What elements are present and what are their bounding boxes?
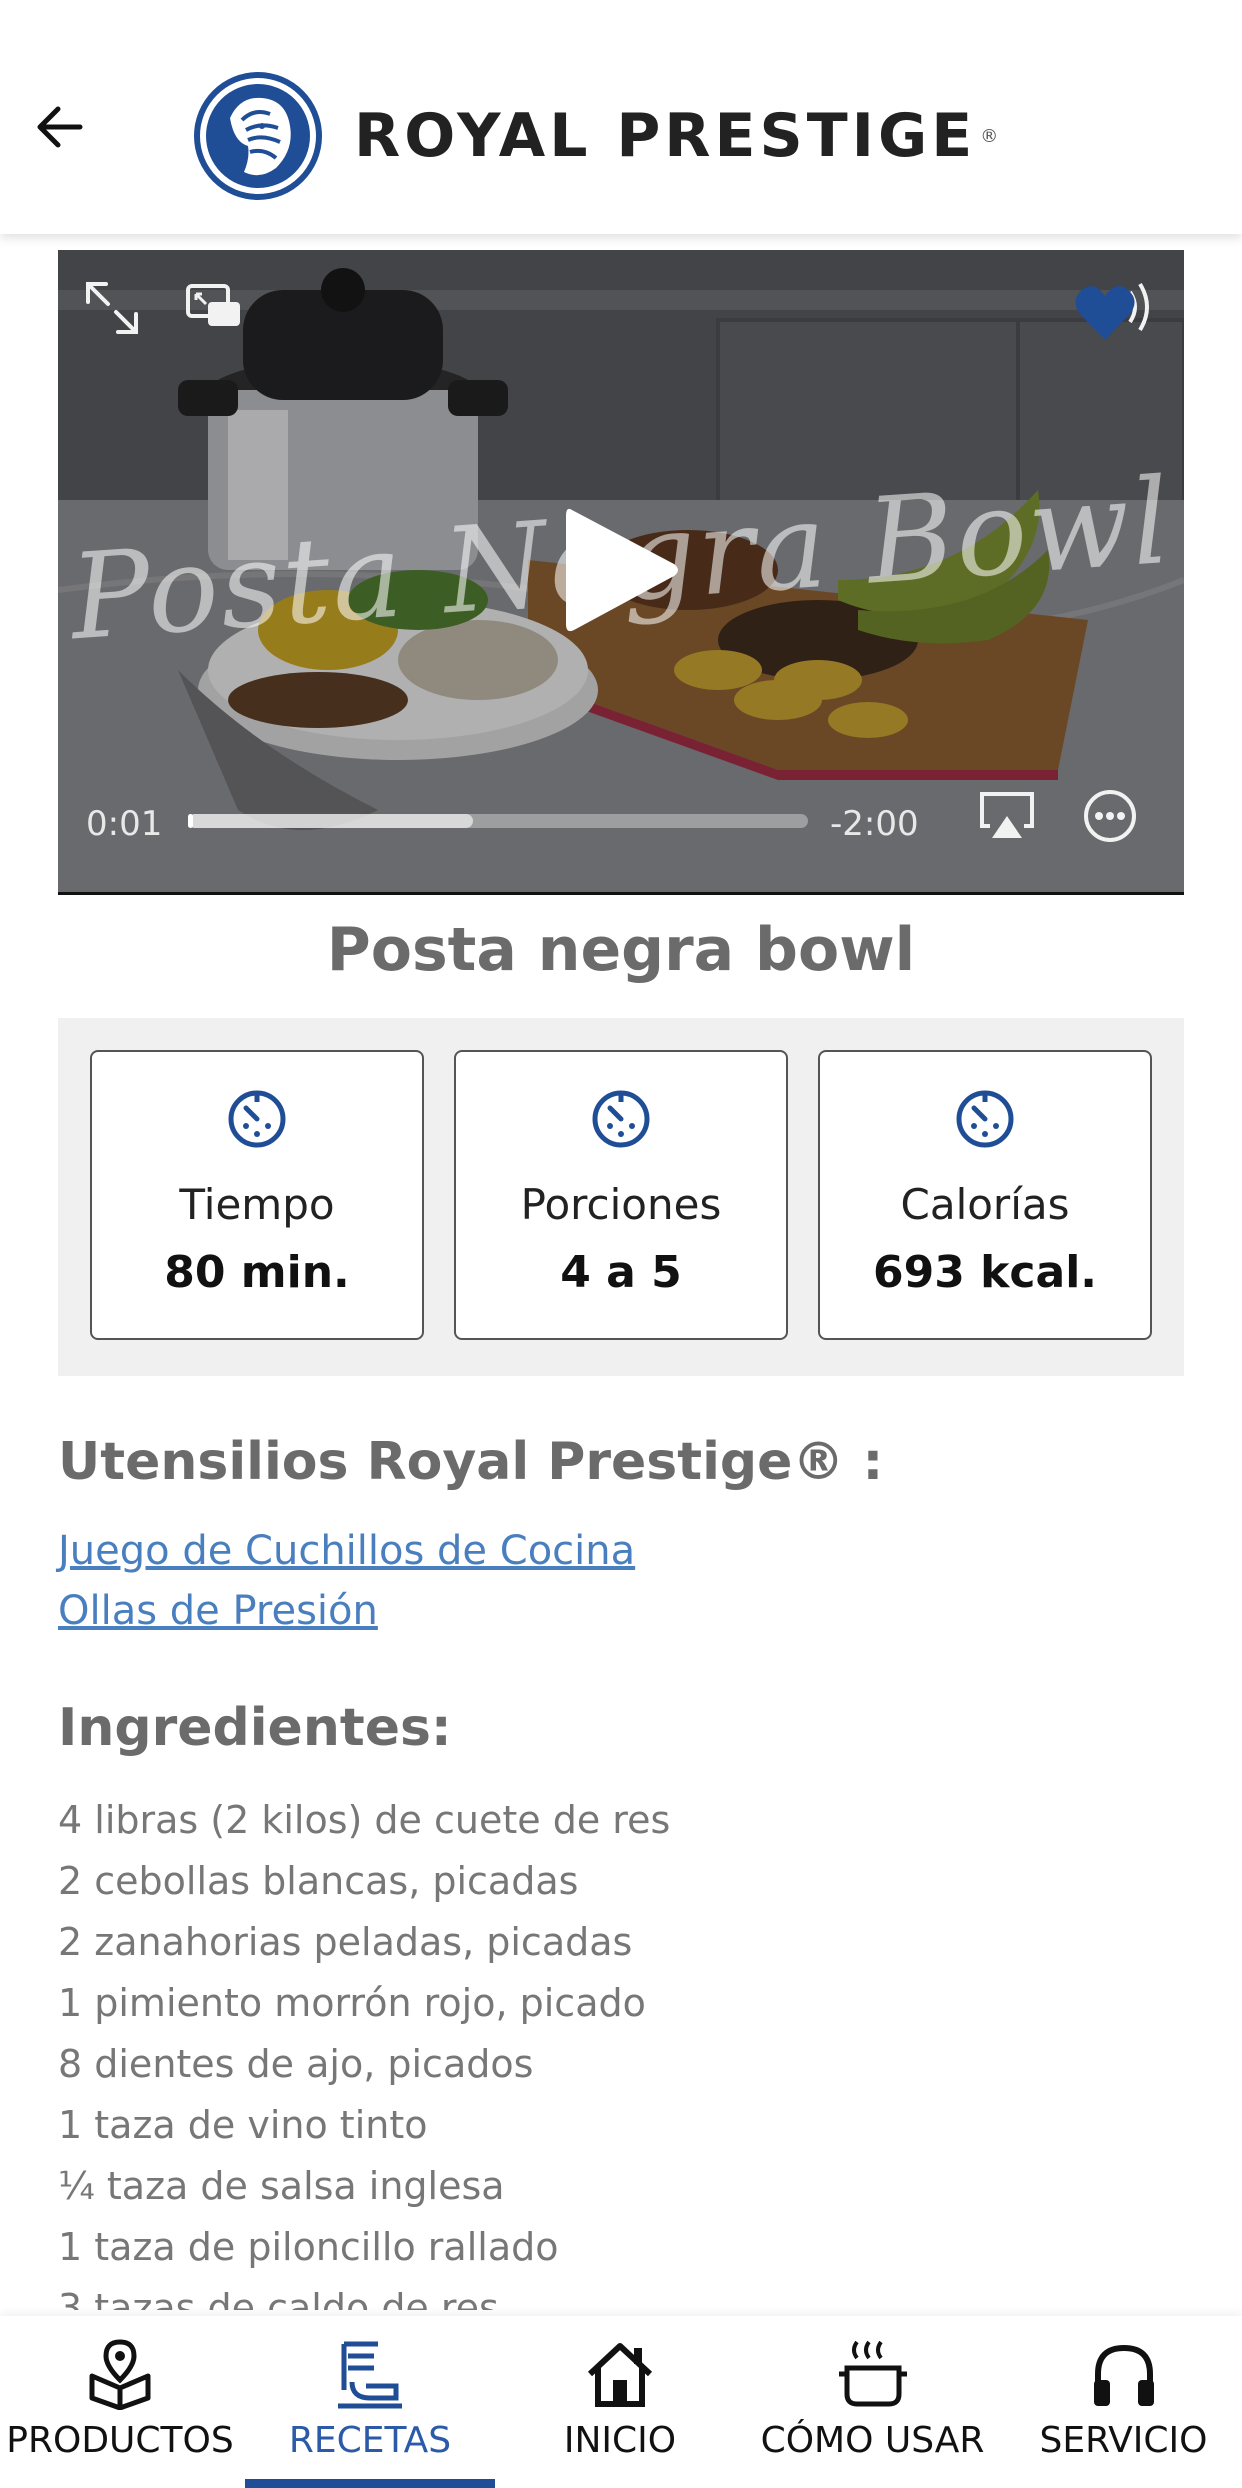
list-item: 1 taza de vino tinto [58, 2103, 428, 2147]
steaming-pot-icon [838, 2340, 907, 2407]
tab-label: INICIO [563, 2420, 677, 2461]
headphones-icon [1093, 2344, 1154, 2406]
recipe-stats-panel: Tiempo 80 min. Porciones 4 a 5 Calorías … [58, 1018, 1184, 1376]
picture-in-picture-button[interactable] [184, 278, 244, 338]
bottom-tab-bar: PRODUCTOS RECETAS INICIO CÓMO USAR SERVI… [0, 2316, 1242, 2488]
recipe-title: Posta negra bowl [326, 915, 916, 985]
favorite-heart-icon[interactable] [1072, 282, 1138, 344]
stat-value: 80 min. [164, 1247, 350, 1298]
recipe-mixer-icon [338, 2341, 402, 2409]
play-icon [566, 508, 678, 632]
play-button[interactable] [558, 500, 682, 640]
stat-label: Porciones [520, 1180, 722, 1229]
home-icon [587, 2343, 653, 2407]
tab-label: CÓMO USAR [760, 2420, 985, 2461]
remaining-time: -2:00 [830, 804, 919, 844]
list-item: 2 cebollas blancas, picadas [58, 1859, 579, 1903]
timer-icon [956, 1090, 1014, 1148]
arrow-left-icon [37, 106, 83, 148]
list-item: 8 dientes de ajo, picados [58, 2042, 534, 2086]
lion-logo-icon [194, 72, 322, 200]
list-item: 1 taza de piloncillo rallado [58, 2225, 559, 2269]
utensils-heading: Utensilios Royal Prestige® : [58, 1432, 884, 1492]
book-pin-icon [89, 2339, 151, 2410]
stat-card-servings: Porciones 4 a 5 [454, 1050, 788, 1340]
more-icon [1084, 790, 1136, 842]
brand-logo: ROYAL PRESTIGE ® [190, 68, 998, 204]
pip-icon [186, 284, 240, 326]
stat-card-time: Tiempo 80 min. [90, 1050, 424, 1340]
tab-servicio[interactable]: SERVICIO [1005, 2316, 1242, 2488]
fullscreen-button[interactable] [80, 276, 144, 340]
tab-como-usar[interactable]: CÓMO USAR [745, 2316, 1000, 2488]
tab-inicio[interactable]: INICIO [500, 2316, 740, 2488]
list-item: ¼ taza de salsa inglesa [58, 2164, 505, 2208]
list-item: 4 libras (2 kilos) de cuete de res [58, 1798, 671, 1842]
list-item: 1 pimiento morrón rojo, picado [58, 1981, 646, 2025]
tab-recetas[interactable]: RECETAS [245, 2316, 495, 2488]
expand-icon [86, 282, 138, 334]
timer-icon [228, 1090, 286, 1148]
stat-label: Tiempo [179, 1180, 335, 1229]
back-button[interactable] [30, 92, 90, 162]
tab-label: RECETAS [288, 2420, 452, 2461]
airplay-icon [980, 792, 1034, 838]
scrubber-buffered [188, 814, 474, 828]
video-player[interactable]: Posta Negra Bowl 0:01 -2:00 [58, 250, 1184, 895]
app-header: ROYAL PRESTIGE ® [0, 0, 1242, 234]
stat-label: Calorías [900, 1180, 1070, 1229]
airplay-button[interactable] [978, 790, 1036, 842]
tab-productos[interactable]: PRODUCTOS [0, 2316, 240, 2488]
timer-icon [592, 1090, 650, 1148]
ingredients-heading: Ingredientes: [58, 1698, 452, 1758]
active-tab-indicator [245, 2479, 495, 2488]
list-item: 3 tazas de caldo de res [58, 2286, 499, 2310]
current-time: 0:01 [86, 804, 163, 844]
stat-value: 4 a 5 [560, 1247, 682, 1298]
ingredients-list: 4 libras (2 kilos) de cuete de res 2 ceb… [58, 1790, 1184, 2310]
video-scrubber[interactable] [188, 814, 808, 828]
utensil-link-pressure-cookers[interactable]: Ollas de Presión [58, 1588, 378, 1634]
tab-label: SERVICIO [1039, 2420, 1208, 2461]
more-options-button[interactable] [1082, 788, 1138, 844]
list-item: 2 zanahorias peladas, picadas [58, 1920, 633, 1964]
tab-label: PRODUCTOS [6, 2420, 234, 2461]
brand-registered-mark: ® [980, 125, 999, 147]
utensil-link-knives[interactable]: Juego de Cuchillos de Cocina [58, 1528, 635, 1574]
stat-value: 693 kcal. [873, 1247, 1097, 1298]
stat-card-calories: Calorías 693 kcal. [818, 1050, 1152, 1340]
scrubber-played [188, 814, 193, 828]
brand-name: ROYAL PRESTIGE [354, 101, 977, 171]
